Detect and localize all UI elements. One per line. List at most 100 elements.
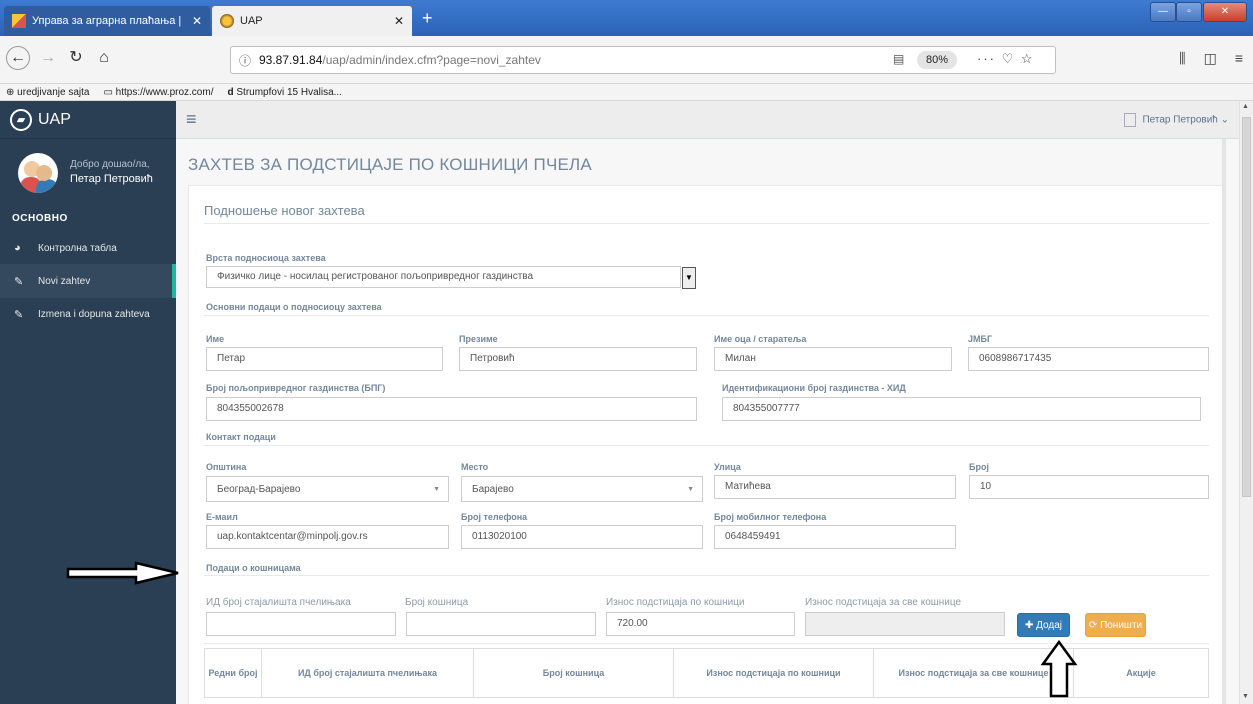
col-header-actions: Акције [1126, 667, 1156, 678]
site-favicon-icon [12, 14, 26, 28]
page-scrollbar[interactable]: ▲ ▼ [1239, 101, 1253, 704]
brand-logo-icon: ▰ [10, 108, 32, 131]
annotation-arrow-up [1040, 640, 1078, 698]
amount-total-field [805, 612, 1005, 636]
info-icon[interactable]: ⓘ [239, 52, 251, 69]
amount-per-hive-label: Износ подстицаја по кошници [606, 597, 745, 608]
bpg-field[interactable]: 804355002678 [206, 397, 697, 421]
first-name-label: Име [206, 334, 225, 344]
brand-name: UAP [38, 110, 71, 128]
bookmarks-bar: ⊕ uredjivanje sajta ▭ https://www.proz.c… [0, 84, 1253, 101]
municipality-label: Општина [206, 462, 247, 472]
hid-field[interactable]: 804355007777 [722, 397, 1201, 421]
jmbg-label: ЈМБГ [968, 334, 993, 344]
menu-section-label: ОСНОВНО [12, 213, 68, 224]
window-controls: — ▫ ✕ [1150, 2, 1247, 22]
applicant-type-label: Врста подносиоца захтева [206, 253, 326, 263]
user-icon [1123, 113, 1136, 127]
col-header-amount-per-hive: Износ подстицаја по кошници [674, 649, 874, 697]
location-id-label: ИД број стајалишта пчелињака [206, 597, 351, 608]
cancel-button[interactable]: ⟳ Поништи [1085, 613, 1146, 637]
reader-view-icon[interactable]: ▤ [893, 52, 904, 66]
place-label: Место [461, 462, 489, 472]
page-icon: ▭ [103, 86, 116, 98]
edit-icon: ✎ [14, 275, 24, 288]
bookmark-item[interactable]: ⊕ uredjivanje sajta [6, 87, 89, 98]
url-bar[interactable]: ⓘ 93.87.91.84/uap/admin/index.cfm?page=n… [230, 46, 1056, 74]
sidebar-item-dashboard[interactable]: ◕ Контролна табла [0, 232, 176, 264]
scroll-down-icon[interactable]: ▼ [1242, 693, 1249, 700]
chevron-down-icon: ▼ [687, 486, 694, 493]
menu-toggle-icon[interactable]: ≡ [186, 109, 197, 130]
mobile-field[interactable]: 0648459491 [714, 525, 956, 549]
page-title: ЗАХТЕВ ЗА ПОДСТИЦАЈЕ ПО КОШНИЦИ ПЧЕЛА [188, 155, 592, 174]
number-label: Број [969, 462, 989, 472]
hid-label: Идентификациони број газдинства - ХИД [722, 383, 906, 393]
jmbg-field[interactable]: 0608986717435 [968, 347, 1209, 371]
sidebar-toggle-icon[interactable]: ◫ [1204, 50, 1217, 67]
hives-section: Подаци о кошницама [206, 563, 301, 573]
phone-field[interactable]: 0113020100 [461, 525, 703, 549]
annotation-arrow-right [66, 561, 179, 585]
dropdown-arrow-icon[interactable]: ▼ [682, 267, 696, 289]
back-arrow-icon[interactable]: ← [6, 46, 30, 70]
profile: Добро дошао/ла, Петар Петровић [0, 139, 176, 205]
content-scrollbar[interactable] [1222, 139, 1226, 704]
minimize-icon[interactable]: — [1150, 2, 1176, 22]
sidebar-item-izmena-zahteva[interactable]: ✎ Izmena i dopuna zahteva [0, 298, 176, 330]
bookmark-item[interactable]: ▭ https://www.proz.com/ [103, 87, 213, 98]
municipality-select[interactable]: Београд-Барајево ▼ [206, 476, 449, 502]
zoom-level[interactable]: 80% [917, 51, 957, 69]
browser-tab-uap-admin[interactable]: UAP ✕ [212, 6, 412, 36]
sidebar-item-novi-zahtev[interactable]: ✎ Novi zahtev [0, 264, 176, 298]
street-label: Улица [714, 462, 741, 472]
email-label: Е-маил [206, 512, 238, 522]
dashboard-icon: ◕ [14, 242, 21, 254]
chevron-down-icon: ▼ [433, 486, 440, 493]
url-host: 93.87.91.84 [259, 53, 323, 67]
amount-per-hive-field[interactable]: 720.00 [606, 612, 795, 636]
first-name-field[interactable]: Петар [206, 347, 443, 371]
home-icon[interactable]: ⌂ [92, 46, 116, 70]
scroll-up-icon[interactable]: ▲ [1242, 103, 1249, 110]
place-select[interactable]: Барајево ▼ [461, 476, 703, 502]
welcome-text: Добро дошао/ла, [70, 159, 150, 170]
reload-icon[interactable]: ↻ [64, 46, 88, 70]
hive-count-field[interactable] [406, 612, 596, 636]
menu-icon[interactable]: ≡ [1235, 50, 1243, 67]
last-name-label: Презиме [459, 334, 498, 344]
forward-arrow-icon[interactable]: → [36, 46, 60, 70]
new-tab-icon[interactable]: + [422, 8, 433, 28]
close-tab-icon[interactable]: ✕ [394, 14, 404, 28]
user-menu[interactable]: Петар Петровић ⌄ [1123, 113, 1229, 127]
email-field[interactable]: uap.kontaktcentar@minpolj.gov.rs [206, 525, 449, 549]
bookmark-item[interactable]: d Strumpfovi 15 Hvalisa... [227, 87, 342, 98]
avatar [18, 153, 58, 193]
number-field[interactable]: 10 [969, 475, 1209, 499]
close-tab-icon[interactable]: ✕ [192, 14, 202, 28]
last-name-field[interactable]: Петровић [459, 347, 697, 371]
library-icon[interactable]: ⫼ [1179, 50, 1185, 67]
phone-label: Број телефона [461, 512, 528, 522]
content: ЗАХТЕВ ЗА ПОДСТИЦАЈЕ ПО КОШНИЦИ ПЧЕЛА По… [176, 139, 1239, 704]
browser-tab-bar: Управа за аграрна плаћања | ✕ UAP ✕ + — … [0, 0, 1253, 36]
page-actions-icon[interactable]: ··· ♡ ☆ [977, 51, 1035, 67]
panel-title: Подношење новог захтева [204, 203, 365, 218]
applicant-type-select[interactable]: Физичко лице - носилац регистрованог пољ… [206, 266, 681, 288]
parent-name-field[interactable]: Милан [714, 347, 952, 371]
brand[interactable]: ▰ UAP [0, 101, 176, 139]
basic-data-section: Основни подаци о подносиоцу захтева [206, 302, 382, 312]
close-window-icon[interactable]: ✕ [1203, 2, 1247, 22]
hive-count-label: Број кошница [405, 597, 469, 608]
contact-section: Контакт подаци [206, 432, 276, 442]
street-field[interactable]: Матићева [714, 475, 956, 499]
col-header-location-id: ИД број стајалишта пчелињака [262, 649, 474, 697]
browser-tab-uap-site[interactable]: Управа за аграрна плаћања | ✕ [4, 6, 210, 36]
add-button[interactable]: ✚ Додај [1017, 613, 1070, 637]
maximize-icon[interactable]: ▫ [1176, 2, 1202, 22]
form-panel: Подношење новог захтева Врста подносиоца… [188, 185, 1223, 704]
location-id-field[interactable] [206, 612, 396, 636]
parent-name-label: Име оца / старатеља [714, 334, 807, 344]
site-favicon-icon [220, 14, 234, 28]
scroll-thumb[interactable] [1242, 117, 1251, 497]
